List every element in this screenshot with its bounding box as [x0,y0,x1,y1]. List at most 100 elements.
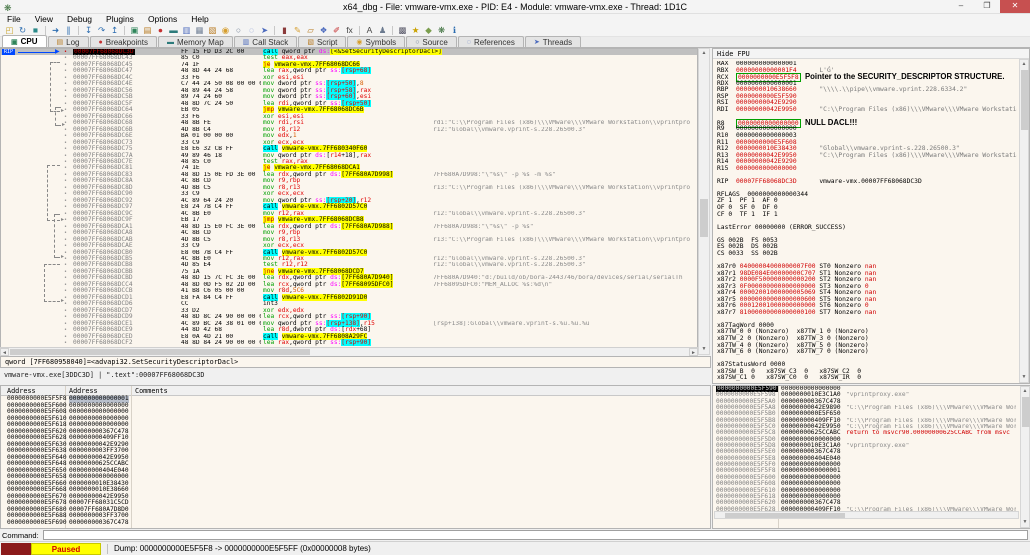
menu-item-file[interactable]: File [0,14,28,25]
memory-map-icon[interactable]: ▬ [167,25,180,36]
menu-item-plugins[interactable]: Plugins [99,14,141,25]
menu-item-help[interactable]: Help [184,14,215,25]
scroll-up-icon[interactable]: ▲ [1020,60,1028,69]
close-button[interactable]: ✕ [1000,0,1030,13]
bug-report-icon[interactable]: ❋ [435,25,448,36]
watch-pane[interactable]: Address Address Comments 0000000000E5F5F… [0,385,711,529]
tab-symbols[interactable]: ◉Symbols [347,36,405,47]
scroll-thumb[interactable] [10,349,310,355]
register-text: vmware-vmx.00007FF68068DC3D [797,178,922,185]
tab-call-stack[interactable]: ▥Call Stack [234,36,298,47]
menu-item-view[interactable]: View [28,14,60,25]
scroll-up-icon[interactable]: ▲ [1021,387,1029,396]
references-icon[interactable]: ◌ [245,25,258,36]
references-icon: ◌ [467,39,471,46]
stack-pane[interactable]: 0000000000E5F590000000000000000000000000… [712,385,1030,529]
step-into-icon[interactable]: ↧ [82,25,95,36]
update-icon[interactable]: ◆ [422,25,435,36]
scroll-down-icon[interactable]: ▼ [1021,518,1029,527]
register-text: nan [865,309,876,316]
disassembly-pane[interactable]: •00007FF68068DC3DFF 15 FD D3 2C 00call q… [0,48,698,355]
tab-label: Log [66,38,79,47]
toolbar-separator [78,26,79,35]
font-icon[interactable]: A [363,25,376,36]
stack-hscrollbar[interactable] [714,511,1019,519]
watch-row[interactable]: 0000000000E5F690000000000367C478 [1,520,710,527]
label-icon[interactable]: ▱ [304,25,317,36]
register-text: "C:\\Program Files (x86)\\\VMware\\\VMwa… [797,106,1017,113]
register-text: 81000000000000000100 [740,309,816,316]
script-icon[interactable]: ▧ [206,25,219,36]
pause-icon[interactable]: ∥ [62,25,75,36]
command-input[interactable] [43,530,1028,540]
symbols-icon[interactable]: ◉ [219,25,232,36]
scroll-thumb[interactable] [1022,397,1030,427]
tab-memory-map[interactable]: ▬Memory Map [158,36,233,47]
disassembly-vscrollbar[interactable]: ▲ ▼ [698,48,710,355]
scroll-down-icon[interactable]: ▼ [699,345,709,354]
scroll-up-icon[interactable]: ▲ [699,49,709,58]
calculator-icon[interactable]: ▩ [396,25,409,36]
breakpoint-dot-icon[interactable]: • [64,340,67,346]
tab-cpu[interactable]: ▣CPU [2,35,47,47]
toolbar-separator [124,26,125,35]
erase-icon[interactable]: ✐ [330,25,343,36]
tab-log[interactable]: ▤Log [48,36,89,47]
rip-arrow-line [18,52,56,53]
favourites-icon[interactable]: ★ [409,25,422,36]
registers-pane[interactable]: Hide FPU RAX 0000000000000001RBX 0000000… [712,48,1030,384]
register-text: LastError [717,224,755,231]
highlight-icon[interactable]: ❖ [317,25,330,36]
scroll-thumb[interactable] [700,199,708,237]
hide-fpu-button[interactable]: Hide FPU [713,49,1029,59]
app-icon: ❋ [4,1,12,15]
patches-icon[interactable]: ▮ [278,25,291,36]
call-stack-icon[interactable]: ▥ [180,25,193,36]
tab-source[interactable]: ○Source [406,36,457,47]
register-text: 00000000042E9950 [736,106,797,113]
tab-script[interactable]: ▧Script [298,36,346,47]
menu-item-options[interactable]: Options [141,14,184,25]
about-icon[interactable]: ℹ [448,25,461,36]
scroll-down-icon[interactable]: ▼ [1020,373,1028,382]
column-header[interactable]: Comments [135,386,168,396]
threads-icon[interactable]: ➤ [258,25,271,36]
cpu-icon[interactable]: ▣ [128,25,141,36]
step-out-icon[interactable]: ↥ [108,25,121,36]
register-line[interactable]: RDI 00000000042E9950 "C:\\Program Files … [717,107,1017,114]
disasm-row[interactable]: •00007FF68068DCF248 8D 84 24 90 00 00 00… [1,340,697,346]
status-divider [107,544,108,554]
register-text: CF 0 TF 1 IF 1 [717,211,778,218]
toolbar-separator [392,26,393,35]
tab-references[interactable]: ◌References [458,36,524,47]
minimize-button[interactable]: – [948,0,974,13]
window-title: x64_dbg - File: vmware-vmx.exe - PID: E4… [343,2,687,12]
tab-threads[interactable]: ➤Threads [525,36,581,47]
rip-arrow-head: ▶ [55,48,60,56]
source-icon[interactable]: ○ [232,25,245,36]
scroll-left-icon[interactable]: ◄ [0,348,9,356]
function-icon[interactable]: fx [343,25,356,36]
jump-arrow: ▸ [50,62,60,112]
scroll-thumb[interactable] [725,513,845,518]
comment-icon[interactable]: ✎ [291,25,304,36]
register-text: "\\\\.\\pipe\\vmware.vprint.228.6334.2" [797,86,968,93]
seh-chain-icon[interactable]: ▦ [193,25,206,36]
annotation-text: Pointer to the SECURITY_DESCRIPTOR STRUC… [801,72,1005,81]
registers-vscrollbar[interactable]: ▲ ▼ [1019,59,1029,383]
scroll-thumb[interactable] [1021,70,1029,130]
tab-breakpoints[interactable]: ●Breakpoints [90,36,157,47]
menu-item-debug[interactable]: Debug [60,14,99,25]
step-over-icon[interactable]: ↷ [95,25,108,36]
scroll-right-icon[interactable]: ► [689,348,698,356]
stack-vscrollbar[interactable]: ▲ ▼ [1020,386,1030,528]
register-text: x87r7 [717,309,740,316]
maximize-button[interactable]: ❐ [974,0,1000,13]
breakpoints-icon[interactable]: ● [154,25,167,36]
run-icon[interactable]: ➜ [49,25,62,36]
user-icon[interactable]: ♟ [376,25,389,36]
tab-label: Call Stack [252,38,288,47]
register-line[interactable]: x87SW_C1 0 x87SW_C0 0 x87SW_IR 0 [717,375,1017,382]
disassembly-hscrollbar[interactable]: ◄ ► [0,347,698,355]
log-icon[interactable]: ▤ [141,25,154,36]
